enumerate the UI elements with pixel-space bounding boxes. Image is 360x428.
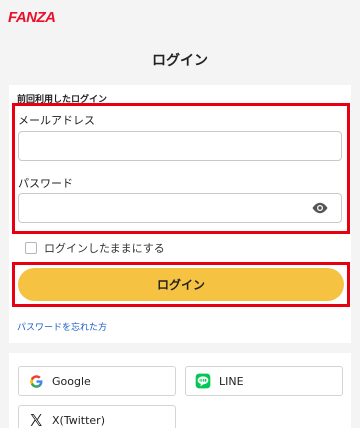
credentials-highlight-box [12, 103, 350, 234]
fanza-logo[interactable]: FANZA [8, 9, 56, 26]
google-login-button[interactable]: Google [18, 366, 176, 396]
remember-me-label[interactable]: ログインしたままにする [44, 240, 165, 256]
remember-me-row[interactable]: ログインしたままにする [25, 240, 165, 256]
login-button-highlight-box [12, 262, 350, 307]
x-twitter-icon [28, 412, 44, 428]
google-login-label: Google [52, 374, 91, 388]
line-login-label: LINE [219, 374, 244, 388]
remember-me-checkbox[interactable] [25, 242, 37, 254]
forgot-password-link[interactable]: パスワードを忘れた方 [17, 320, 107, 333]
x-twitter-login-button[interactable]: X(Twitter) [18, 405, 176, 428]
page-title: ログイン [152, 53, 208, 69]
google-icon [28, 373, 44, 389]
line-login-button[interactable]: LINE [185, 366, 343, 396]
x-twitter-login-label: X(Twitter) [52, 413, 105, 427]
line-icon [195, 373, 211, 389]
